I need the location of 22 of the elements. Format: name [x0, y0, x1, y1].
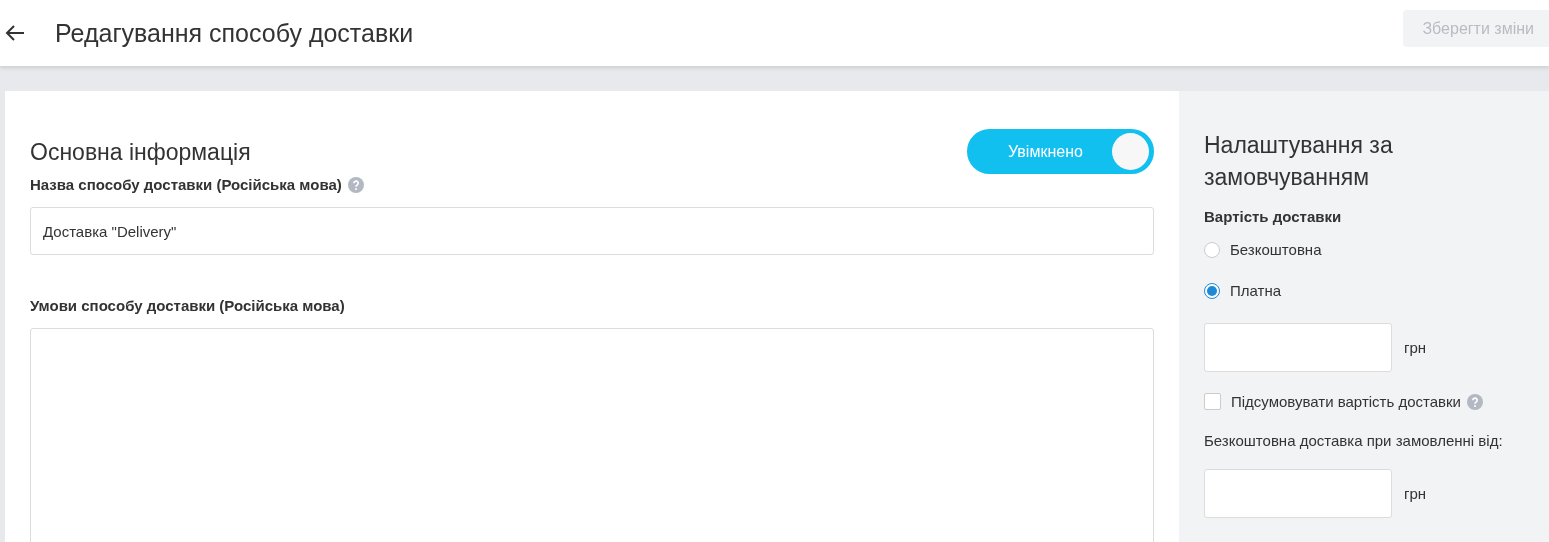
radio-button[interactable]: [1204, 282, 1220, 299]
radio-button[interactable]: [1204, 241, 1220, 258]
help-icon[interactable]: [347, 176, 364, 193]
field-label: Умови способу доставки (Російська мова): [30, 297, 345, 314]
panel-heading: Налаштування за замовчуванням: [1204, 131, 1394, 192]
checkbox-label: Підсумовувати вартість доставки: [1231, 393, 1461, 410]
radio-label: Безкоштовна: [1230, 241, 1322, 258]
field-label: Назва способу доставки (Російська мова): [30, 176, 342, 193]
amount-field[interactable]: [1204, 469, 1392, 518]
currency-label: грн: [1404, 339, 1427, 356]
price-field[interactable]: [1204, 323, 1392, 372]
toggle-switch[interactable]: Увімкнено: [967, 129, 1154, 174]
section-heading: Основна інформація: [30, 137, 251, 167]
field-label: Безкоштовна доставка при замовленні від:: [1204, 432, 1504, 449]
name-field[interactable]: Доставка "Delivery": [30, 207, 1154, 255]
currency-label: грн: [1404, 485, 1427, 502]
page-title: Редагування способу доставки: [55, 18, 415, 48]
help-icon[interactable]: [1467, 393, 1483, 410]
field-label: Вартість доставки: [1204, 208, 1343, 225]
conditions-text-area[interactable]: [30, 328, 1154, 542]
checkbox[interactable]: [1204, 393, 1221, 410]
radio-label: Платна: [1230, 282, 1282, 299]
